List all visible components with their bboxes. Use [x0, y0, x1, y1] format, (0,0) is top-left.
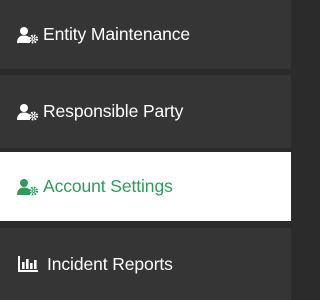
user-gear-icon	[17, 102, 43, 122]
menu-item-incident-reports[interactable]: Incident Reports	[0, 228, 291, 300]
menu-item-account-settings[interactable]: Account Settings	[0, 152, 291, 221]
menu-item-label: Entity Maintenance	[43, 24, 191, 44]
menu-item-entity-maintenance[interactable]: Entity Maintenance	[0, 0, 291, 69]
sidebar-menu: Entity Maintenance Responsible Party Acc	[0, 0, 291, 300]
user-gear-icon	[17, 25, 43, 45]
menu-item-label: Responsible Party	[43, 101, 184, 121]
bar-chart-icon	[17, 254, 47, 274]
menu-item-label: Incident Reports	[47, 253, 173, 274]
menu-item-responsible-party[interactable]: Responsible Party	[0, 75, 291, 148]
menu-item-label: Account Settings	[43, 176, 173, 196]
user-gear-icon	[17, 177, 43, 197]
